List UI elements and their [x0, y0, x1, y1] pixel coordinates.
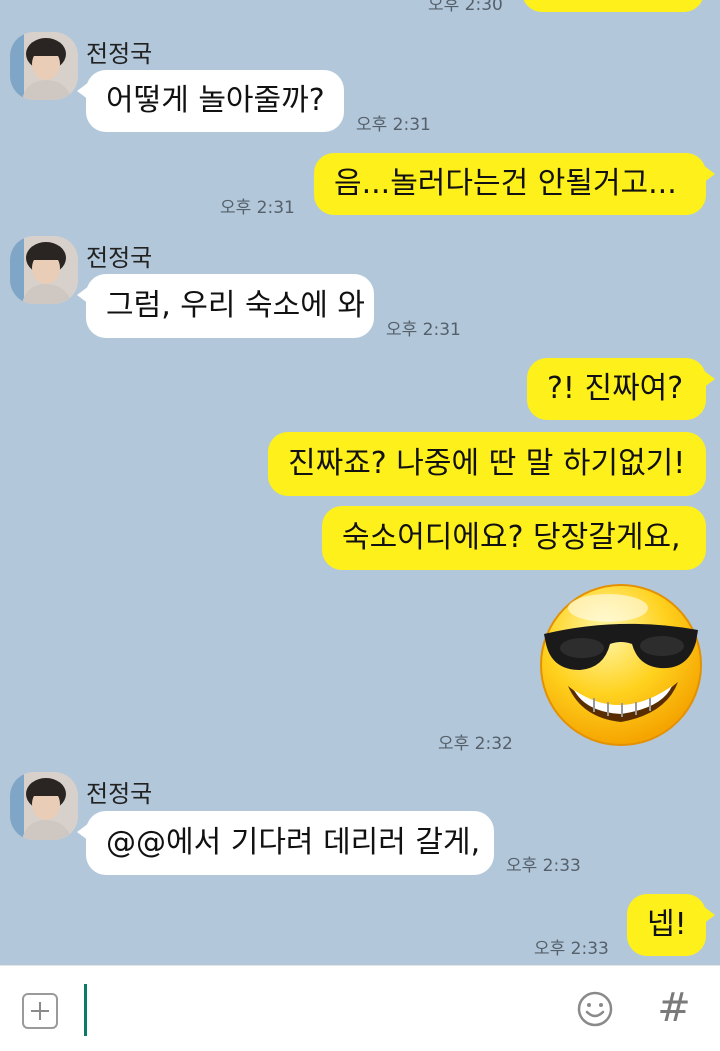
message-text: @@에서 기다려 데리러 갈게, [106, 825, 481, 860]
profile-photo [10, 32, 78, 100]
message-text: 진짜죠? 나중에 딴 말 하기없기! [288, 446, 686, 481]
chat-area[interactable]: 오후 2:30 전정국 어떻게 놀아줄까? 오후 2:31 음...놀러다는건 … [0, 0, 720, 965]
message-bubble-in[interactable]: 어떻게 놀아줄까? [77, 70, 344, 132]
message-time: 오후 2:31 [220, 198, 295, 218]
message-bubble-out[interactable]: 넵! [627, 894, 715, 956]
sender-name: 전정국 [86, 40, 153, 68]
message-bubble-in[interactable]: @@에서 기다려 데리러 갈게, [77, 811, 494, 875]
plus-icon[interactable] [22, 993, 58, 1029]
profile-photo [10, 772, 78, 840]
message-text: ?! 진짜여? [547, 371, 684, 406]
message-time: 오후 2:33 [506, 856, 581, 876]
message-bubble-in[interactable]: 그럼, 우리 숙소에 와 [77, 274, 374, 338]
message-bubble-out[interactable]: 숙소어디에요? 당장갈게요, [322, 506, 706, 570]
message-time: 오후 2:30 [428, 0, 503, 15]
message-bubble-out[interactable]: 진짜죠? 나중에 딴 말 하기없기! [268, 432, 706, 496]
message-text: 어떻게 놀아줄까? [106, 83, 325, 118]
profile-photo [10, 236, 78, 304]
message-text: 음...놀러다는건 안될거고... [334, 166, 677, 201]
message-time: 오후 2:31 [356, 115, 431, 135]
message-bubble-out[interactable]: ?! 진짜여? [527, 358, 715, 420]
sender-name: 전정국 [86, 244, 153, 272]
message-text: 숙소어디에요? 당장갈게요, [342, 520, 681, 555]
message-text: 넵! [647, 907, 687, 942]
text-cursor [84, 984, 87, 1036]
message-input[interactable] [92, 982, 556, 1040]
message-time: 오후 2:32 [438, 734, 513, 754]
avatar[interactable] [10, 32, 78, 100]
sunglasses-smiley-sticker[interactable] [538, 582, 704, 748]
message-bubble-out[interactable]: 음...놀러다는건 안될거고... [314, 153, 715, 215]
message-time: 오후 2:31 [386, 320, 461, 340]
hash-icon[interactable]: # [656, 982, 692, 1034]
avatar[interactable] [10, 236, 78, 304]
smile-icon[interactable] [576, 990, 614, 1028]
message-time: 오후 2:33 [534, 939, 609, 959]
message-text: 그럼, 우리 숙소에 와 [106, 288, 365, 323]
message-bubble-out[interactable] [522, 0, 704, 12]
sender-name: 전정국 [86, 780, 153, 808]
avatar[interactable] [10, 772, 78, 840]
